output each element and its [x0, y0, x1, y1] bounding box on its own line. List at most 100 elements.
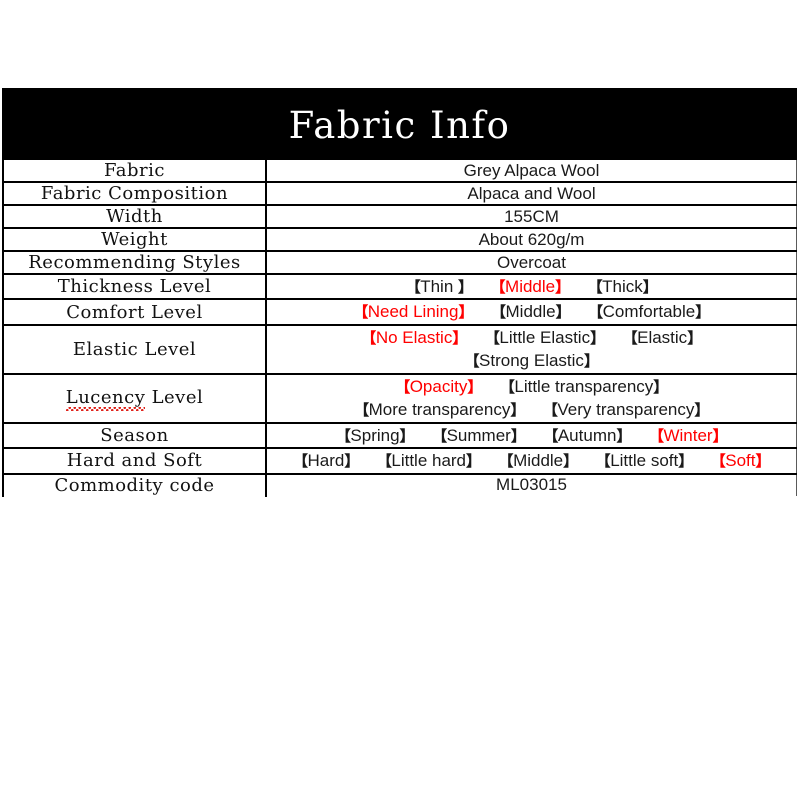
bracket-close-icon: 】 [583, 352, 599, 371]
table-row: Commodity code ML03015 [2, 472, 797, 497]
option-label: Little soft [610, 451, 679, 471]
option-little-elastic[interactable]: 【Little Elastic】 [485, 326, 605, 349]
option-comfortable[interactable]: 【Comfortable】 [588, 300, 710, 323]
option-line: 【Hard】 【Little hard】 【Middle】 【Little soft】… [267, 449, 796, 472]
bracket-open-icon: 【 [587, 278, 603, 296]
option-winter-selected[interactable]: 【Winter】 [648, 424, 728, 447]
option-middle[interactable]: 【Middle】 [491, 300, 571, 323]
row-value-recommending-styles: Overcoat [265, 250, 797, 275]
option-line: 【Opacity】 【Little transparency】 [267, 375, 796, 398]
option-autumn[interactable]: 【Autumn】 [543, 424, 631, 447]
bracket-open-icon: 【 [395, 377, 410, 396]
bracket-open-icon: 【 [484, 328, 500, 347]
bracket-open-icon: 【 [405, 278, 421, 296]
bracket-close-icon: 】 [687, 328, 702, 347]
label-text: Recommending Styles [28, 252, 241, 273]
bracket-close-icon: 】 [467, 377, 482, 396]
bracket-open-icon: 【 [542, 401, 558, 420]
option-summer[interactable]: 【Summer】 [432, 424, 526, 447]
row-label-commodity-code: Commodity code [2, 472, 267, 497]
option-line: 【More transparency】 【Very transparency】 [267, 398, 796, 421]
row-value-weight: About 620g/m [265, 227, 797, 252]
value-text: Alpaca and Wool [467, 183, 596, 203]
table-row: Width 155CM [2, 204, 797, 229]
option-label: Little hard [391, 451, 467, 471]
bracket-open-icon: 【 [354, 401, 369, 420]
bracket-close-icon: 】 [678, 452, 693, 471]
bracket-close-icon: 】 [694, 401, 709, 420]
bracket-open-icon: 【 [376, 452, 392, 471]
bracket-open-icon: 【 [588, 303, 603, 322]
option-little-soft[interactable]: 【Little soft】 [595, 449, 694, 472]
row-value-fabric: Grey Alpaca Wool [265, 158, 797, 183]
row-label-thickness-level: Thickness Level [2, 272, 267, 301]
bracket-open-icon: 【 [335, 426, 351, 445]
bracket-open-icon: 【 [595, 452, 611, 471]
option-very-transparency[interactable]: 【Very transparency】 [542, 398, 710, 421]
bracket-open-icon: 【 [622, 328, 638, 347]
option-label: Winter [663, 425, 713, 445]
option-label: Opacity [409, 376, 468, 396]
bracket-close-icon: 】 [555, 278, 570, 296]
fabric-info-table: Fabric Grey Alpaca Wool Fabric Composition… [2, 158, 797, 497]
bracket-close-icon: 】 [452, 328, 467, 347]
option-soft-selected[interactable]: 【Soft】 [710, 449, 771, 472]
table-row: Weight About 620g/m [2, 227, 797, 252]
option-hard[interactable]: 【Hard】 [293, 449, 359, 472]
option-label: Thin [420, 277, 458, 296]
option-middle[interactable]: 【Middle】 [499, 449, 579, 472]
option-label: Hard [307, 451, 345, 471]
option-little-transparency[interactable]: 【Little transparency】 [500, 375, 668, 398]
option-no-elastic-selected[interactable]: 【No Elastic】 [361, 326, 467, 349]
option-label: Soft [725, 451, 756, 471]
label-text: Elastic Level [72, 338, 197, 360]
row-label-recommending-styles: Recommending Styles [2, 250, 267, 275]
row-label-lucency-level: Lucency Level [2, 372, 267, 424]
option-label: Elastic [637, 327, 688, 347]
bracket-open-icon: 【 [353, 303, 368, 322]
bracket-open-icon: 【 [499, 377, 515, 396]
table-body: Fabric Grey Alpaca Wool Fabric Composition… [2, 158, 797, 497]
row-value-thickness-level: 【Thin 】【Middle】 【Thick】 [265, 272, 797, 301]
bracket-open-icon: 【 [648, 426, 664, 445]
fabric-info-header: Fabric Info [2, 88, 797, 158]
row-label-hard-and-soft: Hard and Soft [2, 447, 267, 475]
option-label: Middle [505, 277, 556, 296]
bracket-open-icon: 【 [292, 452, 308, 471]
option-label: Comfortable [602, 302, 696, 322]
bracket-close-icon: 】 [555, 303, 571, 322]
option-label: Little transparency [514, 376, 654, 396]
option-strong-elastic[interactable]: 【Strong Elastic】 [465, 349, 599, 372]
bracket-close-icon: 】 [616, 426, 631, 445]
bracket-close-icon: 】 [399, 426, 415, 445]
option-thin[interactable]: 【Thin 】 [406, 275, 473, 298]
bracket-close-icon: 】 [563, 452, 578, 471]
option-label: Thick [602, 277, 643, 296]
option-spring[interactable]: 【Spring】 [335, 424, 415, 447]
option-line: 【Strong Elastic】 [267, 349, 796, 372]
table-row: Recommending Styles Overcoat [2, 250, 797, 275]
row-value-commodity-code: ML03015 [265, 472, 797, 497]
value-text: ML03015 [496, 475, 567, 495]
label-text: Width [106, 206, 163, 227]
bracket-open-icon: 【 [710, 452, 726, 471]
option-more-transparency[interactable]: 【More transparency】 [354, 398, 525, 421]
option-line: 【Need Lining】 【Middle】 【Comfortable】 [267, 300, 796, 323]
option-elastic[interactable]: 【Elastic】 [622, 326, 703, 349]
label-text: Season [100, 424, 169, 446]
option-opacity-selected[interactable]: 【Opacity】 [395, 375, 482, 398]
option-middle-selected[interactable]: 【Middle】 [491, 275, 571, 298]
bracket-close-icon: 】 [466, 452, 481, 471]
bracket-open-icon: 【 [464, 352, 480, 371]
bracket-close-icon: 】 [642, 278, 658, 296]
fabric-info-card: Fabric Info Fabric Grey Alpaca Wool Fabric… [2, 88, 797, 497]
label-text: Commodity code [54, 474, 215, 496]
table-row: Elastic Level 【No Elastic】 【Little Elastic… [2, 323, 797, 375]
label-with-spellcheck: Lucency Level [65, 387, 204, 412]
option-little-hard[interactable]: 【Little hard】 [377, 449, 481, 472]
row-label-season: Season [2, 421, 267, 450]
bracket-close-icon: 】 [458, 278, 473, 296]
option-thick[interactable]: 【Thick】 [588, 275, 658, 298]
option-need-lining-selected[interactable]: 【Need Lining】 [353, 300, 473, 323]
value-text: Overcoat [497, 252, 566, 272]
